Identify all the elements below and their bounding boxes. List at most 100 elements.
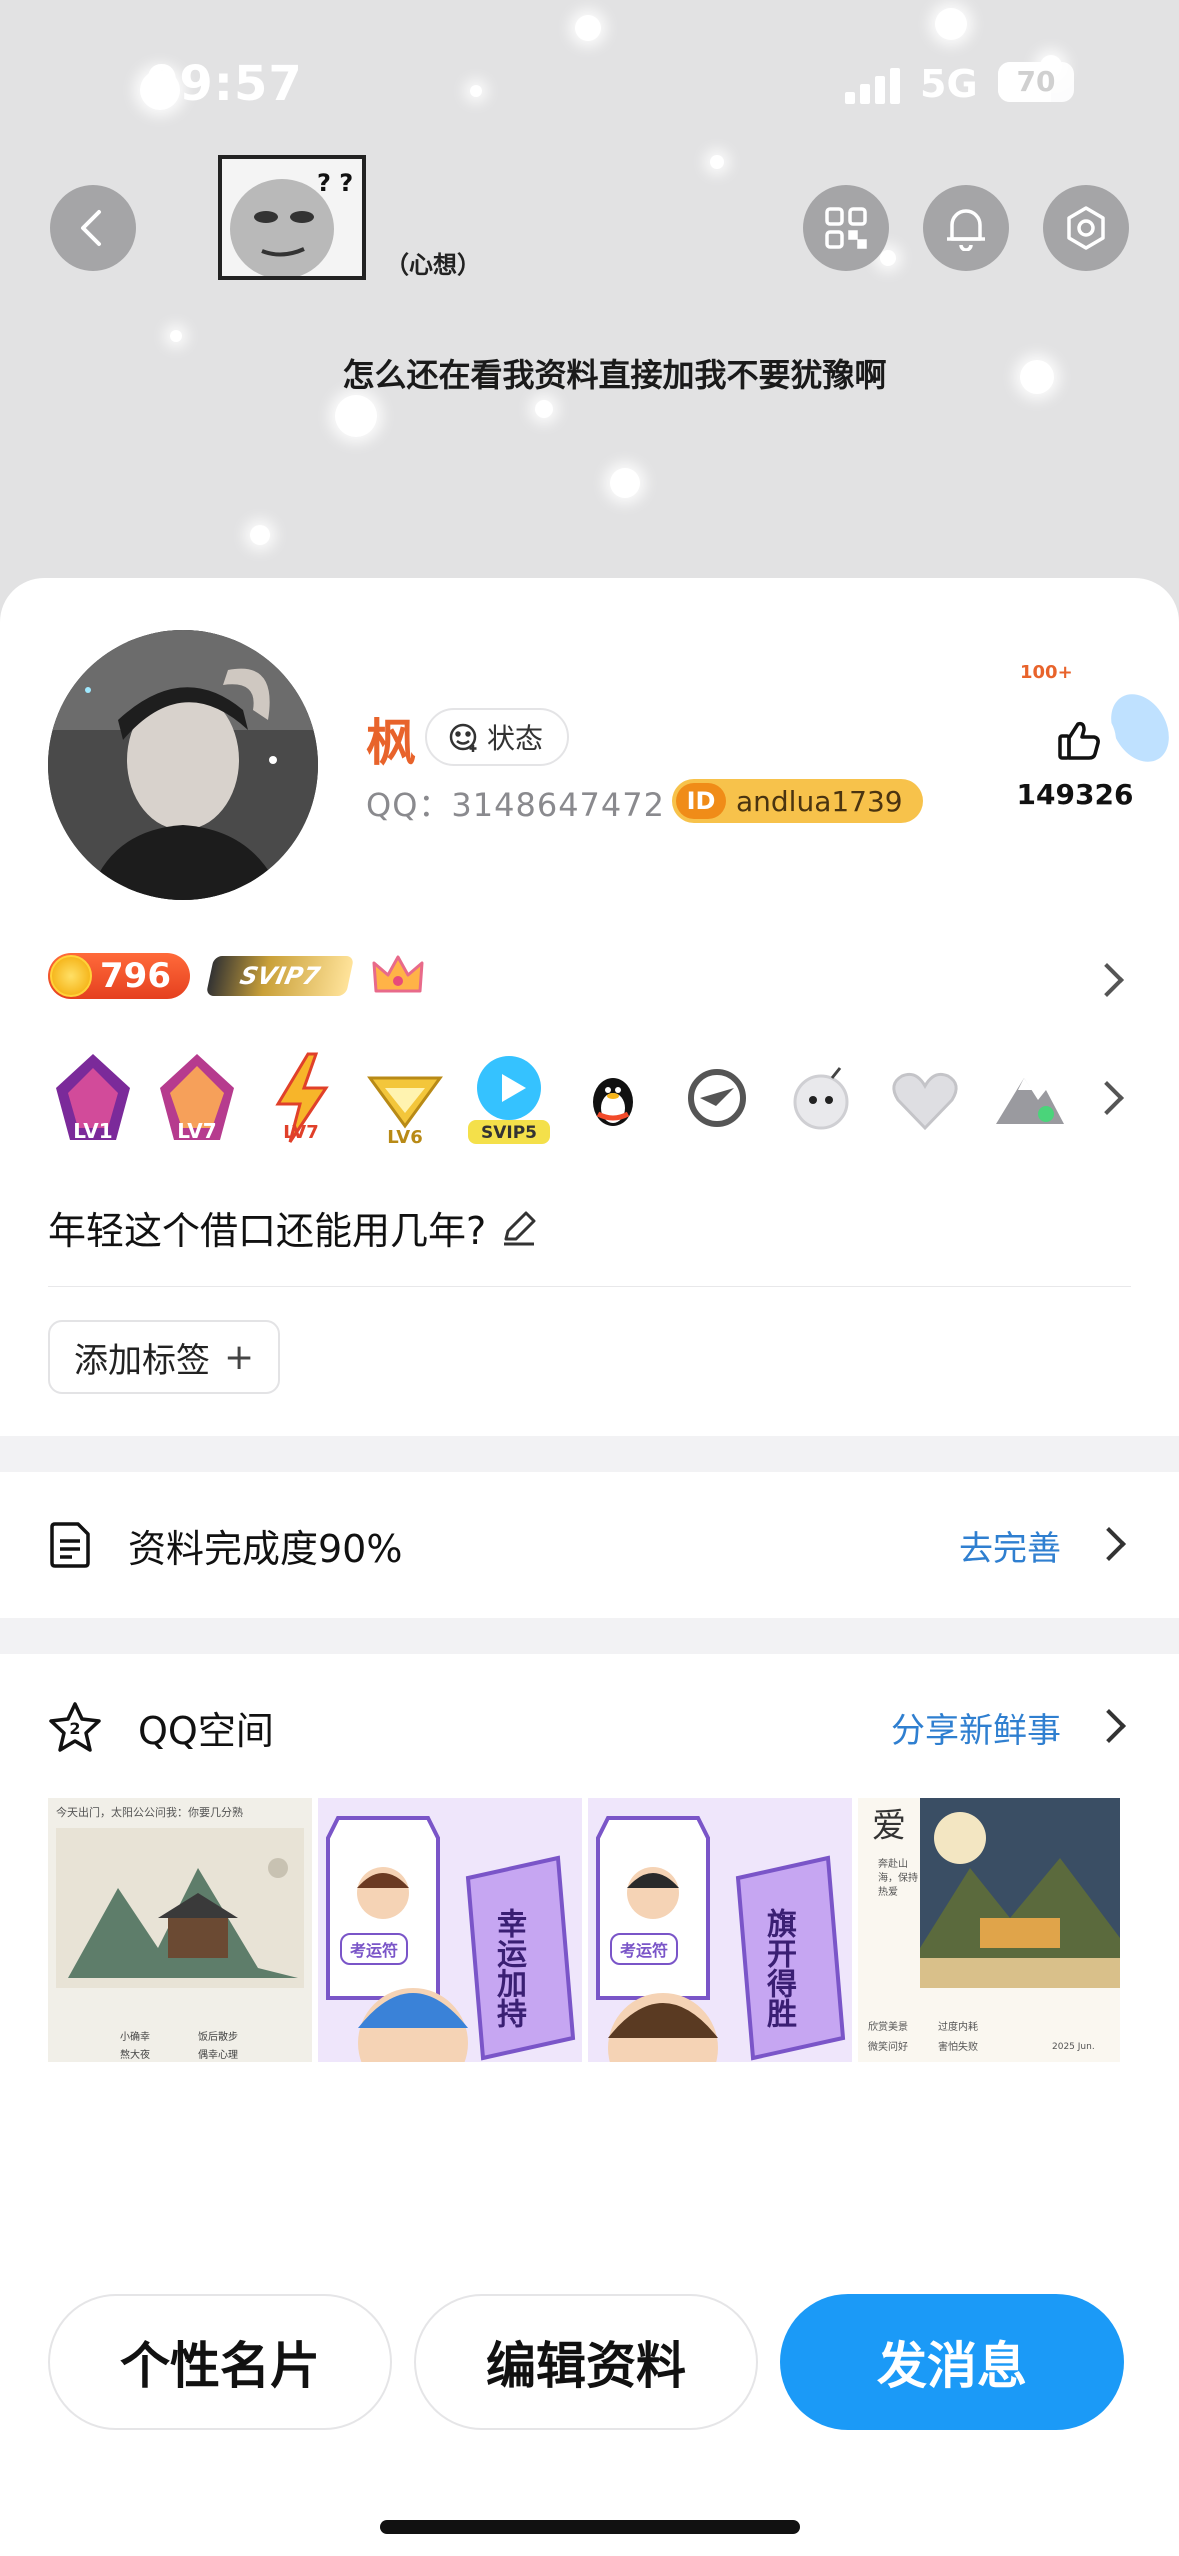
snowflake xyxy=(880,250,896,266)
profile-completeness-row[interactable]: 资料完成度90% 去完善 xyxy=(0,1472,1179,1618)
notification-button[interactable] xyxy=(923,185,1009,271)
svg-text:LV7: LV7 xyxy=(177,1119,216,1143)
home-indicator[interactable] xyxy=(380,2520,800,2534)
photo-4-item: 欣赏美景 xyxy=(868,2022,908,2033)
qzone-title: QQ空间 xyxy=(138,1708,274,1753)
qr-code-button[interactable] xyxy=(803,185,889,271)
lightning-badge-lv7: LV7 xyxy=(256,1048,346,1148)
completeness-title: 资料完成度90% xyxy=(128,1526,403,1571)
qzone-header[interactable]: 2 QQ空间 分享新鲜事 xyxy=(48,1654,1131,1800)
photo-1-item: 熬大夜 xyxy=(120,2050,150,2061)
level-badge-lv1: LV1 xyxy=(48,1048,138,1148)
clock: 09:57 xyxy=(145,56,303,112)
signal-icon xyxy=(845,68,905,104)
snowflake xyxy=(935,8,967,40)
edit-profile-button[interactable]: 编辑资料 xyxy=(414,2294,758,2430)
back-button[interactable] xyxy=(50,185,136,271)
qzone-star-icon: 2 xyxy=(49,1702,101,1752)
send-message-button[interactable]: 发消息 xyxy=(780,2294,1124,2430)
snowflake xyxy=(535,400,553,418)
mountain-icon xyxy=(984,1048,1074,1148)
likes-badge-text: 100+ xyxy=(1020,662,1073,683)
qzone-section: 2 QQ空间 分享新鲜事 今天出门，太阳公公问我：你要几分熟 小确幸 饭后散步 … xyxy=(0,1654,1179,2334)
vip-row-chevron-icon xyxy=(1090,963,1124,997)
qzone-photo-2[interactable]: 考运符 幸运加持 xyxy=(318,1798,582,2062)
status-button[interactable]: 状态 xyxy=(425,708,570,766)
photo-1-item: 偶幸心理 xyxy=(198,2050,238,2061)
coin-icon xyxy=(50,955,92,997)
bell-icon xyxy=(947,209,985,251)
avatar[interactable] xyxy=(48,630,318,900)
lucky-charm-text: 旗开得胜 xyxy=(761,1908,796,2028)
like-count: 149326 xyxy=(1016,778,1134,811)
qq-number: 3148647472 xyxy=(451,786,665,824)
bomb-game-icon xyxy=(776,1048,866,1148)
back-icon xyxy=(81,210,101,246)
personal-card-button[interactable]: 个性名片 xyxy=(48,2294,392,2430)
snowflake xyxy=(575,15,601,41)
signature[interactable]: 年轻这个借口还能用几年? xyxy=(48,1200,538,1255)
chevron-right-icon xyxy=(1092,1527,1126,1561)
add-tag-button[interactable]: 添加标签 + xyxy=(48,1320,281,1394)
badge-row-chevron-icon xyxy=(1090,1081,1124,1115)
status-bar: 09:57 5G 70 xyxy=(0,50,1179,120)
qq-penguin-icon xyxy=(568,1048,658,1148)
badge-row[interactable]: LV1 LV7 LV7 LV6 SVIP5 xyxy=(48,1038,1074,1158)
snowflake xyxy=(170,330,182,342)
meme-question-marks: ? ? ? xyxy=(317,169,362,197)
network-type: 5G xyxy=(920,62,978,106)
svip-label: SVIP7 xyxy=(237,962,323,990)
chevron-right-icon xyxy=(1092,1709,1126,1743)
id-badge[interactable]: ID andlua1739 xyxy=(672,779,923,823)
heart-icon xyxy=(880,1048,970,1148)
profile-name: 枫 xyxy=(366,714,416,772)
settings-button[interactable] xyxy=(1043,185,1129,271)
lucky-charm-tag: 考运符 xyxy=(610,1933,679,1965)
crown-icon xyxy=(372,955,424,993)
points-value: 796 xyxy=(100,956,171,996)
complete-profile-link[interactable]: 去完善 xyxy=(959,1521,1061,1570)
profile-cover[interactable]: 09:57 5G 70 ? ? ? （心想） xyxy=(0,0,1179,640)
photo-1-item: 饭后散步 xyxy=(198,2032,238,2043)
svip-badge: SVIP7 xyxy=(205,956,355,996)
share-news-link[interactable]: 分享新鲜事 xyxy=(891,1703,1061,1752)
document-icon xyxy=(50,1522,90,1568)
qq-number-line[interactable]: QQ：3148647472 xyxy=(366,780,665,826)
settings-icon xyxy=(1067,206,1105,250)
qzone-photo-4[interactable]: 爱 奔赴山海，保持热爱 欣赏美景 过度内耗 微笑问好 害怕失败 2025 Jun… xyxy=(858,1798,1120,2062)
photo-4-item: 害怕失败 xyxy=(938,2042,978,2053)
signature-text: 年轻这个借口还能用几年? xyxy=(48,1209,487,1253)
vip-points-row[interactable]: 796 SVIP7 xyxy=(48,950,426,1002)
svg-text:LV7: LV7 xyxy=(283,1122,318,1143)
qzone-photo-3[interactable]: 考运符 旗开得胜 xyxy=(588,1798,852,2062)
snowflake xyxy=(710,155,724,169)
qr-code-icon xyxy=(825,207,867,249)
edit-pencil-icon xyxy=(504,1211,536,1245)
diamond-badge-lv6: LV6 xyxy=(360,1048,450,1148)
snowflake xyxy=(250,525,270,545)
photo-4-item: 过度内耗 xyxy=(938,2022,978,2033)
profile-card: 枫 状态 QQ：3148647472 ID andlua1739 100+ 14… xyxy=(0,578,1179,1436)
lucky-charm-tag: 考运符 xyxy=(340,1933,409,1965)
snowflake xyxy=(610,468,640,498)
status-label: 状态 xyxy=(487,722,544,755)
photo-4-side-text: 奔赴山海，保持热爱 xyxy=(878,1859,918,1898)
svg-text:2: 2 xyxy=(69,1719,80,1738)
battery-percent: 70 xyxy=(1016,65,1056,98)
photo-1-item: 小确幸 xyxy=(120,2032,150,2043)
level-badge-lv7: LV7 xyxy=(152,1048,242,1148)
battery-icon: 70 xyxy=(998,62,1074,102)
add-tag-label: 添加标签 xyxy=(74,1340,210,1381)
id-handle: andlua1739 xyxy=(736,784,903,818)
qq-label: QQ： xyxy=(366,786,452,824)
cover-caption: 怎么还在看我资料直接加我不要犹豫啊 xyxy=(342,356,887,394)
like-button[interactable]: 100+ xyxy=(1000,648,1170,848)
points-badge: 796 xyxy=(48,953,190,999)
qzone-photo-1[interactable]: 今天出门，太阳公公问我：你要几分熟 小确幸 饭后散步 熬大夜 偶幸心理 xyxy=(48,1798,312,2062)
qzone-photo-strip: 今天出门，太阳公公问我：你要几分熟 小确幸 饭后散步 熬大夜 偶幸心理 考运符 … xyxy=(48,1798,1123,2062)
crossfire-game-icon xyxy=(672,1048,762,1148)
plus-icon: + xyxy=(224,1336,255,1378)
svg-text:SVIP5: SVIP5 xyxy=(481,1123,537,1143)
lucky-charm-text: 幸运加持 xyxy=(491,1908,526,2028)
photo-4-item: 微笑问好 xyxy=(868,2042,908,2053)
